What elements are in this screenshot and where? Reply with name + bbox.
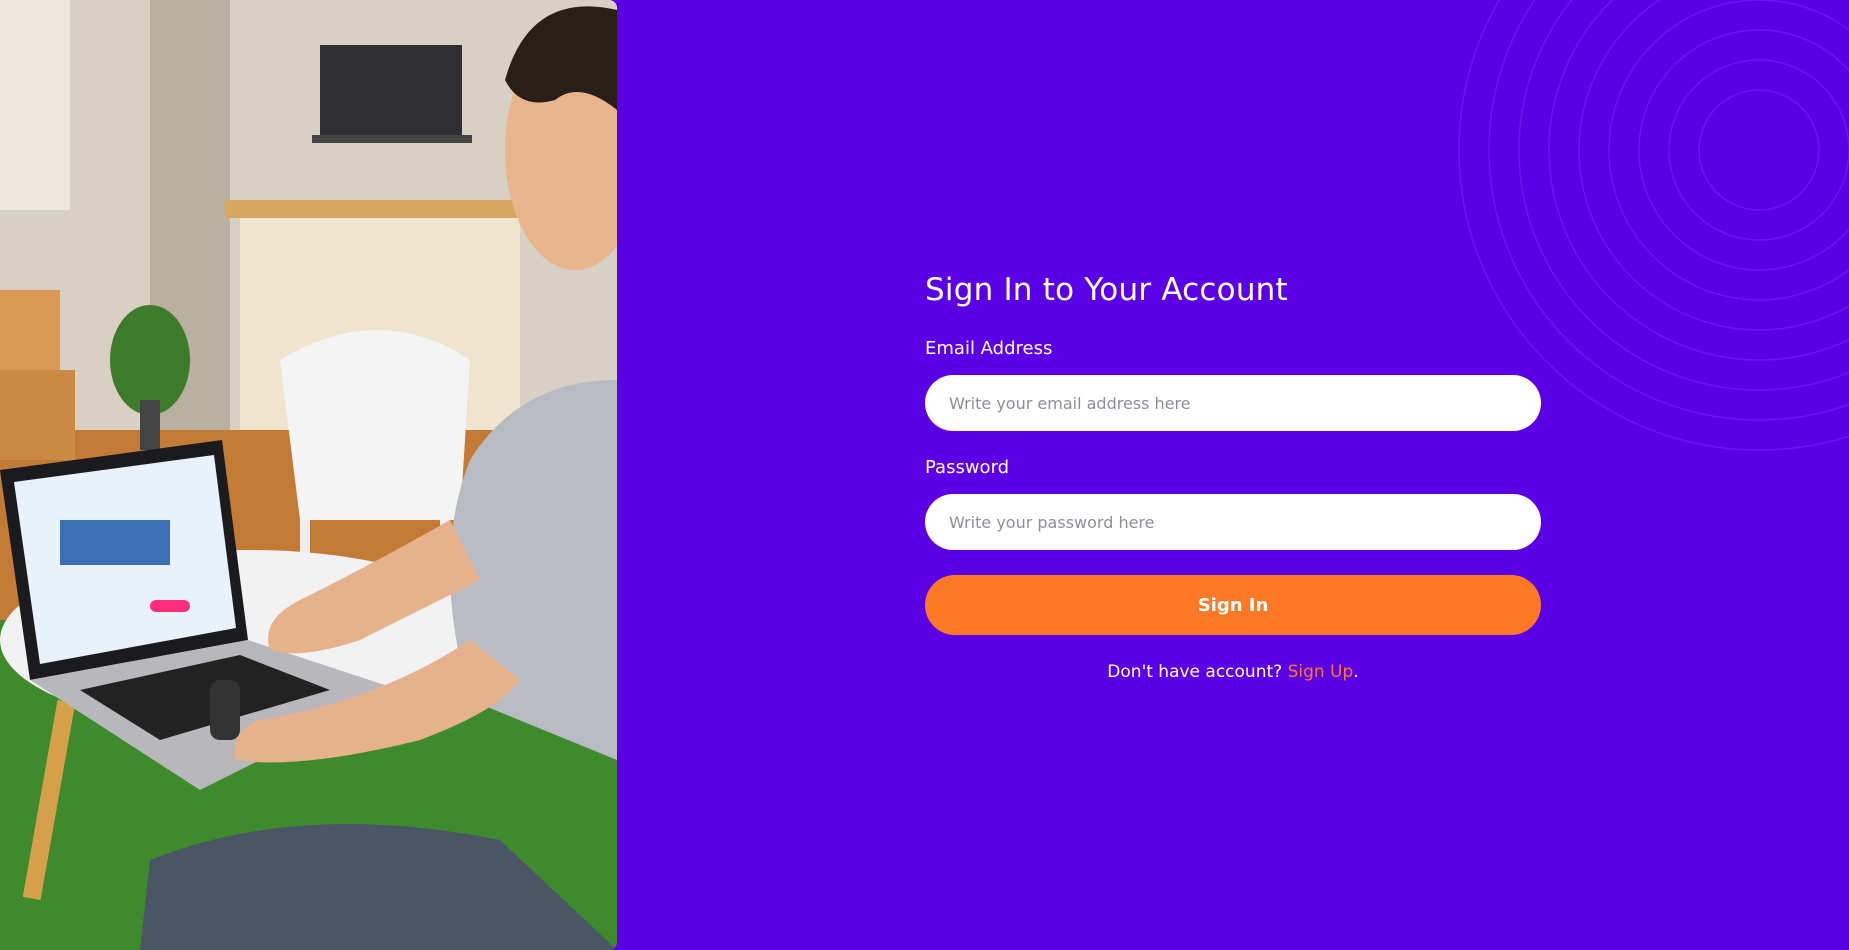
password-field[interactable] [925,494,1541,550]
password-group: Password [925,457,1541,550]
page-title: Sign In to Your Account [925,272,1288,308]
email-field[interactable] [925,375,1541,431]
sign-in-page: Sign In to Your Account Email Address Pa… [0,0,1849,950]
hero-photo [0,0,617,950]
email-label: Email Address [925,338,1053,359]
sign-up-link[interactable]: Sign Up [1288,662,1354,682]
sign-in-form: Sign In to Your Account Email Address Pa… [925,268,1541,683]
email-group: Email Address [925,338,1541,431]
signup-prompt: Don't have account? Sign Up. [925,661,1541,683]
signup-prompt-text: Don't have account? [1107,662,1288,682]
signup-suffix: . [1353,662,1359,682]
person-laptop-illustration [0,0,617,950]
sign-in-button[interactable]: Sign In [925,575,1541,635]
password-label: Password [925,457,1010,478]
